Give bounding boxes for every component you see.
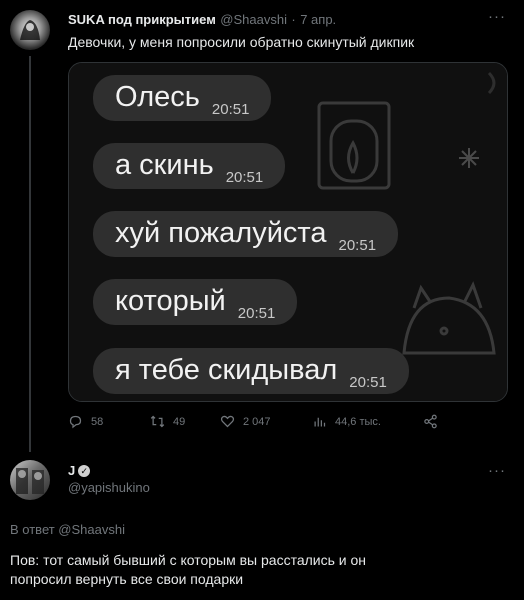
avatar-image [20,20,40,40]
chat-bubble: а скинь 20:51 [93,143,286,189]
reply-text-line-2: попросил вернуть все свои подарки [10,571,244,587]
message-text: хуй пожалуйста [115,217,327,249]
reply-button[interactable]: 58 [68,414,103,429]
message-time: 20:51 [211,101,250,118]
message-time: 20:51 [225,169,264,186]
action-bar: 58 49 2 047 44,6 тыс. [68,414,508,434]
in-reply-to[interactable]: В ответ @Shaavshi [10,522,125,537]
reply-author-handle[interactable]: @yapishukino [68,480,150,495]
retweet-icon [150,415,165,428]
message-time: 20:51 [338,237,377,254]
views-count: 44,6 тыс. [335,415,381,428]
chat-bubble: который 20:51 [93,279,298,325]
reply-author-name[interactable]: J [68,463,75,478]
views-icon [314,417,326,427]
share-icon [424,414,437,429]
author-handle[interactable]: @Shaavshi [220,12,287,27]
message-text: Олесь [115,81,200,113]
time-separator: · [291,12,296,27]
like-icon [220,415,235,428]
chat-bubble: я тебе скидывал 20:51 [93,348,409,394]
more-options-icon[interactable]: ··· [488,8,506,25]
message-text: а скинь [115,149,214,181]
reply-count: 58 [91,415,104,428]
reply-header: J ✓ [68,462,91,480]
author-name[interactable]: SUKA под прикрытием [68,12,216,27]
tweet-media[interactable]: Олесь 20:51 а скинь 20:51 хуй пожалуйста 20… [68,62,508,402]
share-button[interactable] [423,414,438,429]
chat-bubble: Олесь 20:51 [93,75,272,121]
tweet-date[interactable]: 7 апр. [300,12,336,27]
message-time: 20:51 [349,374,387,391]
verified-badge-icon: ✓ [78,465,91,477]
reply-author-avatar[interactable] [10,460,50,500]
tweet-text: Девочки, у меня попросили обратно скинут… [68,34,415,50]
chat-bubble: хуй пожалуйста 20:51 [93,211,399,257]
tweet-header: SUKA под прикрытием @Shaavshi · 7 апр. [68,11,336,29]
thread-line [29,56,31,452]
reply-text-line-1: Пов: тот самый бывший с которым вы расст… [10,552,367,568]
like-count: 2 047 [243,415,271,428]
retweet-count: 49 [173,415,186,428]
message-time: 20:51 [237,305,276,322]
message-text: я тебе скидывал [115,354,338,386]
author-avatar[interactable] [10,10,50,50]
avatar-image [16,468,44,494]
reply-more-options-icon[interactable]: ··· [488,462,506,479]
like-button[interactable]: 2 047 [220,414,271,429]
message-text: который [115,285,226,317]
reply-icon [69,415,82,429]
views-button[interactable]: 44,6 тыс. [312,414,381,429]
retweet-button[interactable]: 49 [150,414,185,429]
